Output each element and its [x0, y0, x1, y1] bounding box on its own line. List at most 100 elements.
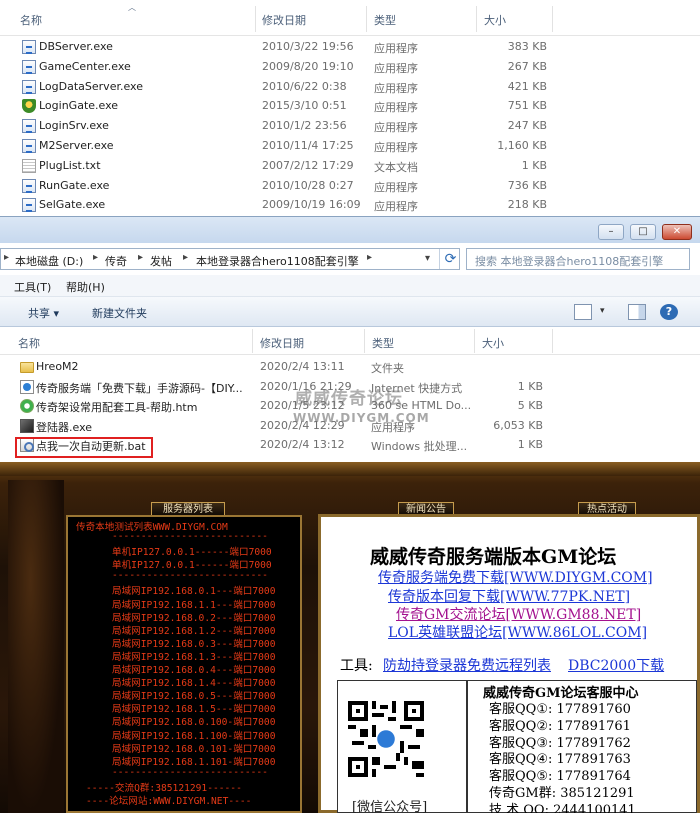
- server-entry[interactable]: 局域网IP192.168.0.2---端口7000: [112, 610, 276, 624]
- server-entry: -----交流Q群:385121291------: [86, 782, 242, 794]
- file-date: 2010/6/22 0:38: [262, 79, 347, 93]
- file-row[interactable]: HreoM2 2020/2/4 13:11 文件夹: [0, 358, 700, 377]
- column-size[interactable]: 大小: [484, 12, 506, 28]
- chevron-right-icon: ▸: [183, 252, 189, 263]
- server-entry[interactable]: 局域网IP192.168.1.5---端口7000: [112, 701, 276, 715]
- cs-contact-line: 技 术 QQ: 2444100141: [489, 802, 636, 813]
- file-row[interactable]: SelGate.exe 2009/10/19 16:09 应用程序 218 KB: [0, 196, 700, 215]
- column-modified[interactable]: 修改日期: [262, 12, 306, 28]
- file-size: 1,160 KB: [497, 139, 547, 152]
- column-name[interactable]: 名称: [18, 335, 40, 351]
- server-entry[interactable]: 单机IP127.0.0.1------端口7000: [112, 544, 272, 558]
- file-type: 应用程序: [374, 81, 418, 95]
- menu-tools[interactable]: 工具(T): [14, 279, 51, 295]
- server-entry[interactable]: 局域网IP192.168.0.101-端口7000: [112, 741, 276, 755]
- folder-icon: [20, 362, 34, 373]
- exe-icon: [22, 40, 36, 54]
- exe-icon: [22, 198, 36, 213]
- file-name: SelGate.exe: [39, 198, 106, 212]
- server-entry[interactable]: 局域网IP192.168.0.3---端口7000: [112, 636, 276, 650]
- file-size: 1 KB: [517, 379, 543, 393]
- share-button[interactable]: 共享 ▾: [28, 305, 59, 321]
- file-name: RunGate.exe: [39, 178, 110, 192]
- file-date: 2015/3/10 0:51: [262, 99, 347, 113]
- server-entry[interactable]: 局域网IP192.168.0.4---端口7000: [112, 662, 276, 676]
- tools-label: 工具:: [340, 658, 373, 674]
- refresh-icon[interactable]: ⟳: [439, 249, 461, 269]
- file-date: 2010/11/4 17:25: [262, 139, 354, 152]
- breadcrumb-drive[interactable]: 本地磁盘 (D:): [15, 253, 83, 269]
- address-bar[interactable]: ▸ 本地磁盘 (D:) ▸ 传奇 ▸ 发帖 ▸ 本地登录器合hero1108配套…: [0, 248, 460, 270]
- menu-help[interactable]: 帮助(H): [66, 279, 105, 295]
- file-type: 文本文档: [374, 160, 418, 174]
- file-name: 传奇架设常用配套工具-帮助.htm: [36, 401, 198, 415]
- breadcrumb-engine-folder[interactable]: 本地登录器合hero1108配套引擎: [196, 253, 359, 269]
- server-entry[interactable]: 局域网IP192.168.1.3---端口7000: [112, 649, 276, 663]
- server-entry[interactable]: 单机IP127.0.0.1------端口7000: [112, 557, 272, 571]
- exe-icon: [22, 59, 36, 74]
- file-row[interactable]: M2Server.exe 2010/11/4 17:25 应用程序 1,160 KB: [0, 137, 700, 156]
- file-size: 383 KB: [507, 40, 547, 53]
- file-type: 应用程序: [374, 121, 418, 135]
- file-explorer-top: ︿ 名称 修改日期 类型 大小 DBServer.exe 2010/3/22 19…: [0, 0, 700, 216]
- file-row[interactable]: DBServer.exe 2010/3/22 19:56 应用程序 383 KB: [0, 38, 700, 57]
- column-modified[interactable]: 修改日期: [260, 335, 304, 351]
- server-entry: ---------------------------: [112, 766, 268, 778]
- file-size: 247 KB: [507, 119, 547, 133]
- dropdown-arrow-icon[interactable]: ▾: [425, 253, 430, 264]
- notice-link[interactable]: 传奇GM交流论坛[WWW.GM88.NET]: [396, 604, 641, 624]
- tool-link-dbc2000[interactable]: DBC2000下载: [568, 655, 664, 675]
- watermark-title: 威威传奇论坛: [295, 389, 403, 409]
- column-type[interactable]: 类型: [372, 335, 394, 351]
- file-date: 2009/8/20 19:10: [262, 59, 354, 73]
- breadcrumb-fatie[interactable]: 发帖: [150, 253, 172, 269]
- column-name[interactable]: 名称: [20, 12, 42, 28]
- file-row[interactable]: RunGate.exe 2010/10/28 0:27 应用程序 736 KB: [0, 177, 700, 196]
- preview-pane-icon[interactable]: [628, 304, 646, 320]
- notice-link[interactable]: LOL英雄联盟论坛[WWW.86LOL.COM]: [388, 622, 647, 642]
- file-type: 应用程序: [374, 200, 418, 214]
- file-date: 2020/2/4 13:11: [260, 360, 345, 373]
- column-type[interactable]: 类型: [374, 12, 396, 28]
- menu-bar: 工具(T) 帮助(H): [0, 275, 700, 297]
- server-entry[interactable]: 局域网IP192.168.1.1---端口7000: [112, 597, 276, 611]
- search-placeholder: 搜索 本地登录器合hero1108配套引擎: [475, 255, 664, 268]
- highlight-box: [15, 437, 153, 458]
- server-entry[interactable]: 局域网IP192.168.0.100-端口7000: [112, 714, 276, 728]
- file-size: 6,053 KB: [493, 418, 543, 432]
- server-list: 传奇本地测试列表WWW.DIYGM.COM ------------------…: [72, 517, 298, 813]
- server-entry[interactable]: 局域网IP192.168.1.101-端口7000: [112, 754, 276, 768]
- launcher-icon: [20, 418, 34, 433]
- view-dropdown-icon[interactable]: ▾: [600, 306, 605, 316]
- server-entry[interactable]: 局域网IP192.168.1.100-端口7000: [112, 728, 276, 742]
- maximize-button[interactable]: □: [630, 224, 656, 240]
- server-entry[interactable]: 局域网IP192.168.1.4---端口7000: [112, 675, 276, 689]
- file-row[interactable]: LogDataServer.exe 2010/6/22 0:38 应用程序 421 K…: [0, 78, 700, 97]
- file-row[interactable]: LoginGate.exe 2015/3/10 0:51 应用程序 751 KB: [0, 97, 700, 116]
- notice-link[interactable]: 传奇服务端免费下载[WWW.DIYGM.COM]: [378, 567, 653, 587]
- file-size: 5 KB: [517, 399, 543, 413]
- chevron-right-icon: ▸: [4, 252, 10, 263]
- file-row[interactable]: GameCenter.exe 2009/8/20 19:10 应用程序 267 KB: [0, 58, 700, 77]
- file-name: M2Server.exe: [39, 139, 114, 152]
- server-entry[interactable]: 局域网IP192.168.1.2---端口7000: [112, 623, 276, 637]
- help-icon[interactable]: ?: [660, 304, 678, 320]
- new-folder-button[interactable]: 新建文件夹: [92, 305, 147, 321]
- server-entry[interactable]: 局域网IP192.168.0.1---端口7000: [112, 583, 276, 597]
- tool-link-anti-hijack[interactable]: 防劫持登录器免费远程列表: [383, 655, 551, 675]
- notice-link[interactable]: 传奇版本回复下载[WWW.77PK.NET]: [388, 586, 630, 606]
- file-row[interactable]: PlugList.txt 2007/2/12 17:29 文本文档 1 KB: [0, 157, 700, 176]
- server-entry: ---------------------------: [112, 570, 268, 582]
- launcher-top-border: [0, 462, 700, 476]
- view-options-icon[interactable]: [574, 304, 592, 320]
- search-input[interactable]: 搜索 本地登录器合hero1108配套引擎: [466, 248, 690, 270]
- breadcrumb-chuanqi[interactable]: 传奇: [105, 253, 127, 269]
- notice-title: 威威传奇服务端版本GM论坛: [370, 546, 617, 568]
- server-entry[interactable]: 局域网IP192.168.0.5---端口7000: [112, 688, 276, 702]
- server-entry: ----论坛网站:WWW.DIYGM.NET----: [86, 796, 252, 807]
- minimize-button[interactable]: –: [598, 224, 624, 240]
- column-size[interactable]: 大小: [482, 335, 504, 351]
- watermark-url: WWW.DIYGM.COM: [293, 411, 430, 425]
- file-row[interactable]: LoginSrv.exe 2010/1/2 23:56 应用程序 247 KB: [0, 117, 700, 136]
- close-button[interactable]: ✕: [662, 224, 692, 240]
